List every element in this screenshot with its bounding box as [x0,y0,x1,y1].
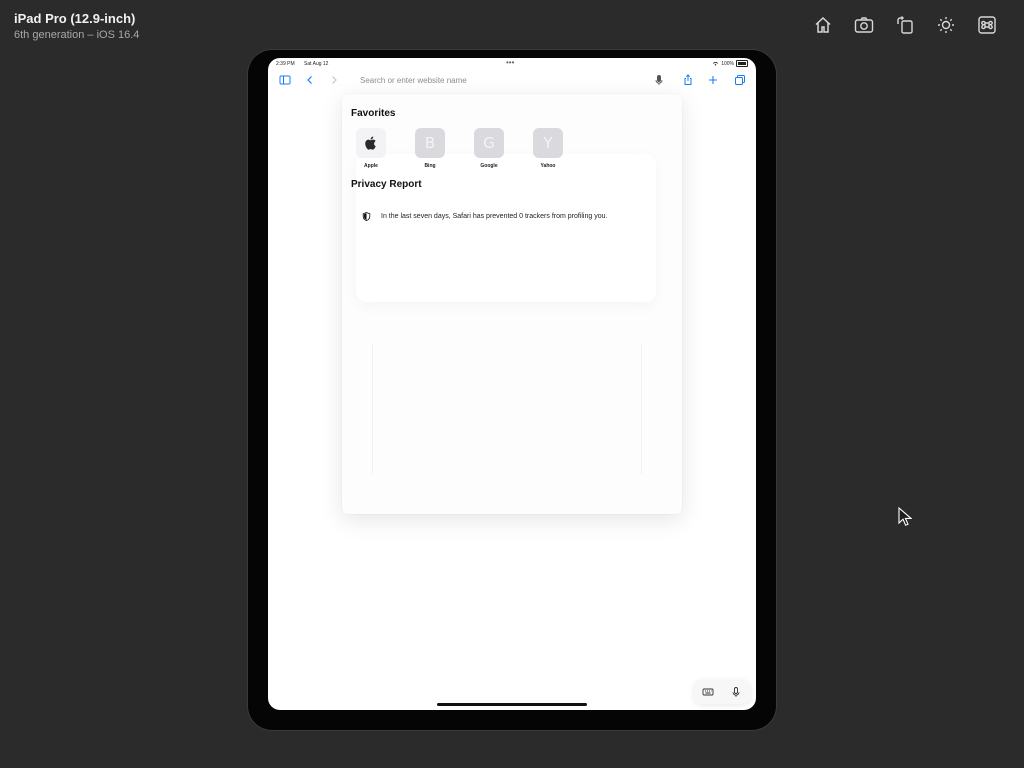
battery-icon [736,60,748,67]
sidebar-icon [279,75,291,85]
favorites-heading: Favorites [351,108,396,119]
appearance-icon [938,17,954,33]
favorite-google[interactable]: G Google [468,128,510,169]
favorite-bing[interactable]: B Bing [409,128,451,169]
microphone-icon [655,75,663,85]
simulator-title: iPad Pro (12.9-inch) 6th generation – iO… [14,11,139,42]
tabs-icon [735,75,745,85]
screenshot-icon [854,17,874,33]
favorite-label: Yahoo [540,163,556,169]
favorite-label: Bing [424,163,436,169]
chevron-left-icon [307,76,312,84]
new-tab-button[interactable] [706,73,720,87]
screenshot-button[interactable] [853,14,875,36]
status-time: 2:39 PM [276,61,295,67]
ipad-screen: 2:39 PM Sat Aug 12 ••• 100% Search or en… [268,58,756,710]
rotate-icon [897,16,913,34]
safari-toolbar [268,71,756,89]
wifi-icon [713,62,719,66]
bing-letter-tile: B [415,128,445,158]
apple-logo-icon [356,128,386,158]
home-indicator[interactable] [437,703,587,706]
microphone-icon [732,687,740,697]
yahoo-letter-tile: Y [533,128,563,158]
privacy-report-row[interactable]: In the last seven days, Safari has preve… [362,212,607,221]
battery-percent: 100% [721,60,734,67]
favorites-grid: Apple B Bing G Google Y Yahoo [350,128,569,169]
address-input[interactable] [360,75,640,85]
favorite-yahoo[interactable]: Y Yahoo [527,128,569,169]
rotate-button[interactable] [894,14,916,36]
favorite-label: Apple [364,163,378,169]
shield-icon [362,212,371,221]
multitasking-dots-icon[interactable]: ••• [506,58,514,67]
home-button[interactable] [812,14,834,36]
voice-search-button[interactable] [652,73,666,87]
ipad-device-frame: 2:39 PM Sat Aug 12 ••• 100% Search or en… [248,50,776,730]
google-letter-tile: G [474,128,504,158]
mouse-pointer-icon [898,507,912,526]
address-bar[interactable] [356,72,676,88]
keyboard-shortcut-widget [694,680,750,704]
command-icon [978,16,996,34]
back-button[interactable] [303,73,317,87]
appearance-button[interactable] [935,14,957,36]
status-right: 100% [712,60,748,67]
keyboard-icon [702,688,714,696]
share-button[interactable] [681,73,695,87]
keyboard-button[interactable] [702,686,714,698]
start-page-card [356,154,656,302]
status-date: Sat Aug 12 [304,61,329,67]
sidebar-button[interactable] [278,73,292,87]
dictation-button[interactable] [730,686,742,698]
device-name: iPad Pro (12.9-inch) [14,11,136,26]
privacy-report-heading: Privacy Report [351,179,422,190]
panel-background-ghost [372,344,642,474]
favorite-label: Google [480,163,498,169]
home-icon [815,16,831,33]
forward-button[interactable] [327,73,341,87]
tabs-overview-button[interactable] [733,73,747,87]
start-page-panel: Favorites Apple B Bing G Google Y Yahoo … [342,94,682,514]
device-subtitle: 6th generation – iOS 16.4 [14,29,140,41]
command-button[interactable] [976,14,998,36]
status-bar: 2:39 PM Sat Aug 12 ••• 100% [268,58,756,70]
simulator-toolbar [812,14,998,36]
chevron-right-icon [332,76,337,84]
share-icon [684,74,692,85]
plus-icon [709,76,717,84]
privacy-report-text: In the last seven days, Safari has preve… [381,213,608,220]
favorite-apple[interactable]: Apple [350,128,392,169]
